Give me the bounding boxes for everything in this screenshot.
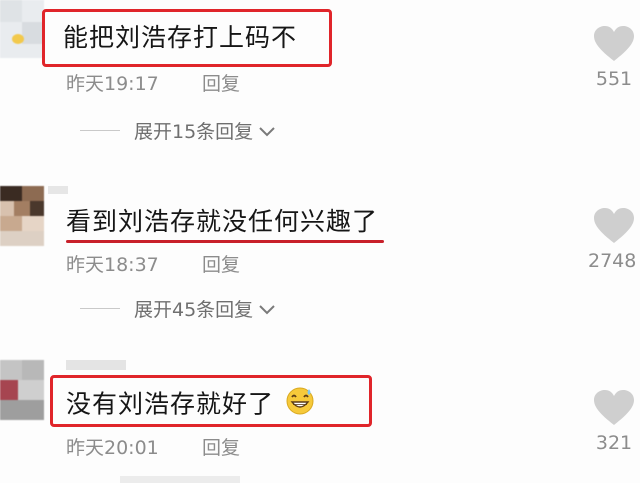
like-count: 321	[595, 432, 633, 454]
comment-time: 昨天20:01	[66, 437, 159, 459]
comment-row: 没有刘浩存就好了	[66, 386, 315, 425]
like-button[interactable]: 321	[584, 390, 640, 454]
grinning-sweat-emoji	[285, 386, 315, 425]
avatar[interactable]	[0, 360, 44, 420]
reply-button[interactable]: 回复	[202, 433, 240, 460]
comment-text: 没有刘浩存就好了	[66, 389, 275, 419]
comment-list: 能把刘浩存打上码不 昨天19:17 回复 展开15条回复 551 看到刘浩存就没…	[0, 0, 640, 483]
divider	[120, 476, 240, 483]
heart-icon	[584, 390, 640, 426]
comment-item: 没有刘浩存就好了 昨天20:01 回复 321	[0, 0, 640, 483]
